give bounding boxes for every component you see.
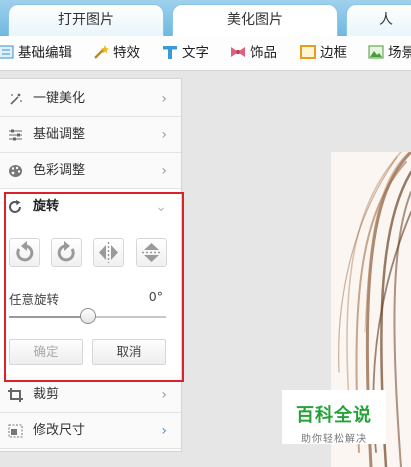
edit-panel: 一键美化 › 基础调整 › 色彩调整 › 旋转 ⌄ 任意旋转 0° 确定 取消 … xyxy=(0,78,182,452)
tab-beautify-image[interactable]: 美化图片 xyxy=(172,4,338,36)
rotate-left-button[interactable] xyxy=(9,238,40,267)
slider-thumb[interactable] xyxy=(79,308,96,324)
panel-item-crop[interactable]: 裁剪 › xyxy=(0,377,181,413)
tool-basic-edit[interactable]: 基础编辑 xyxy=(0,36,72,70)
rotate-right-button[interactable] xyxy=(51,238,82,267)
slider-fill xyxy=(9,316,88,318)
scene-icon xyxy=(368,45,384,59)
flip-vertical-icon xyxy=(142,243,161,262)
tool-scene[interactable]: 场景 xyxy=(368,36,411,70)
tool-text[interactable]: 文字 xyxy=(162,36,209,70)
chevron-right-icon: › xyxy=(161,423,167,439)
tab-people[interactable]: 人 xyxy=(346,4,411,36)
tool-effects[interactable]: 特效 xyxy=(93,36,140,70)
top-tab-bar: 打开图片 美化图片 人 xyxy=(0,0,411,37)
bow-icon xyxy=(231,47,245,57)
resize-icon xyxy=(8,424,23,438)
panel-item-resize[interactable]: 修改尺寸 › xyxy=(0,413,181,449)
tool-accessories[interactable]: 饰品 xyxy=(230,36,277,70)
tool-label: 特效 xyxy=(113,45,140,61)
rotate-angle-value: 0° xyxy=(148,289,163,304)
sliders-icon xyxy=(9,129,22,141)
rotate-angle-slider[interactable] xyxy=(9,308,166,324)
text-t-icon xyxy=(163,46,177,59)
panel-item-basic-adjust[interactable]: 基础调整 › xyxy=(0,117,181,153)
palette-icon xyxy=(9,165,22,177)
flip-horizontal-button[interactable] xyxy=(93,238,124,267)
panel-item-auto-beautify[interactable]: 一键美化 › xyxy=(0,81,181,117)
tool-label: 文字 xyxy=(182,45,209,61)
crop-icon xyxy=(8,388,23,402)
watermark-logo: 百科全说 助你轻松解决 xyxy=(282,390,386,445)
rotate-section: 任意旋转 0° 确定 取消 xyxy=(0,225,181,378)
panel-item-rotate[interactable]: 旋转 ⌄ xyxy=(0,189,181,225)
panel-item-label: 旋转 xyxy=(33,199,60,214)
panel-item-label: 基础调整 xyxy=(33,127,86,142)
tool-label: 饰品 xyxy=(250,45,277,61)
tab-open-image[interactable]: 打开图片 xyxy=(8,4,164,36)
flip-horizontal-icon xyxy=(99,242,118,263)
free-rotate-label: 任意旋转 xyxy=(9,292,60,307)
chevron-down-icon: ⌄ xyxy=(155,199,167,215)
watermark-title: 百科全说 xyxy=(296,405,372,426)
rotate-icon xyxy=(9,200,21,213)
panel-item-label: 裁剪 xyxy=(33,387,60,402)
chevron-right-icon: › xyxy=(161,127,167,143)
watermark-subtitle: 助你轻松解决 xyxy=(301,434,367,445)
chevron-right-icon: › xyxy=(161,163,167,179)
panel-item-label: 修改尺寸 xyxy=(33,423,86,438)
chevron-right-icon: › xyxy=(161,91,167,107)
cancel-button[interactable]: 取消 xyxy=(92,339,166,365)
tool-label: 场景 xyxy=(388,45,411,61)
panel-item-label: 一键美化 xyxy=(33,91,86,106)
magic-wand-icon xyxy=(94,45,109,59)
panel-item-label: 色彩调整 xyxy=(33,163,86,178)
confirm-button[interactable]: 确定 xyxy=(9,339,83,365)
tool-label: 基础编辑 xyxy=(18,45,72,61)
basic-edit-icon xyxy=(0,45,14,59)
chevron-right-icon: › xyxy=(161,387,167,403)
flip-vertical-button[interactable] xyxy=(136,238,167,267)
panel-item-color-adjust[interactable]: 色彩调整 › xyxy=(0,153,181,189)
tool-label: 边框 xyxy=(320,45,347,61)
magic-stars-icon xyxy=(10,93,22,105)
rotate-left-icon xyxy=(16,241,34,262)
tool-frame[interactable]: 边框 xyxy=(300,36,347,70)
frame-icon xyxy=(300,45,316,59)
rotate-right-icon xyxy=(57,241,75,262)
toolbar: 基础编辑 特效 文字 饰品 边框 场景 xyxy=(0,36,411,71)
